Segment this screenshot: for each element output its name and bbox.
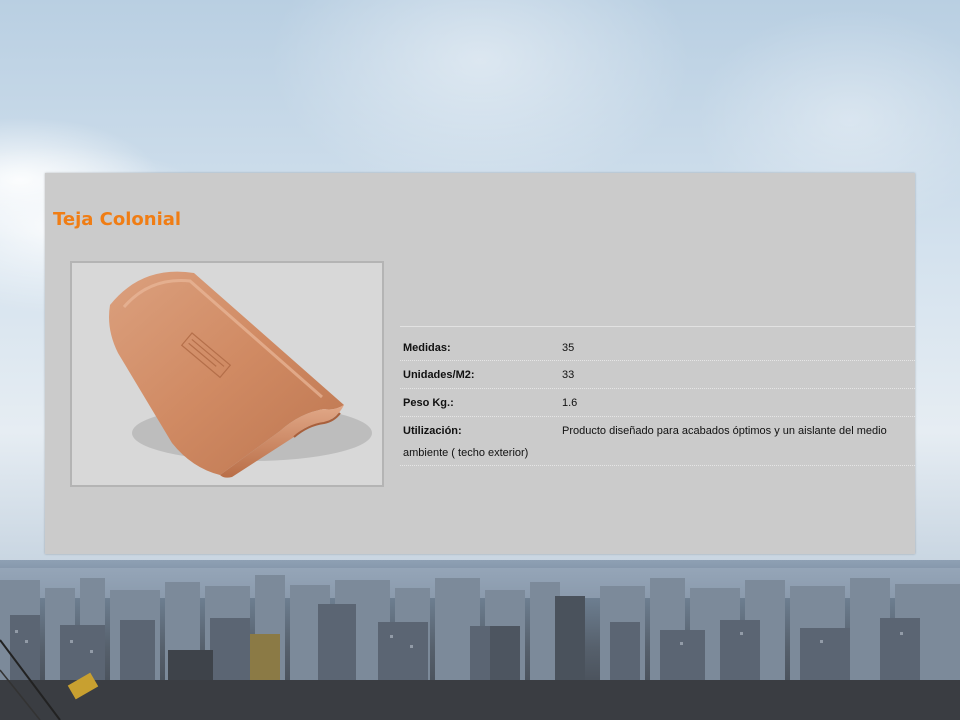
roof-tile-icon bbox=[109, 271, 372, 478]
spec-row-peso: Peso Kg.: 1.6 bbox=[400, 389, 915, 417]
spec-row-utilizacion: Utilización: Producto diseñado para acab… bbox=[400, 417, 915, 466]
spec-value: 35 bbox=[562, 342, 575, 354]
product-image bbox=[70, 261, 384, 487]
product-title: Teja Colonial bbox=[53, 209, 182, 230]
spec-label: Peso Kg.: bbox=[403, 397, 454, 409]
city-skyline-background bbox=[0, 560, 960, 720]
spec-row-unidades: Unidades/M2: 33 bbox=[400, 361, 915, 389]
spec-label: Unidades/M2: bbox=[403, 369, 475, 381]
product-panel: Teja Colonial Medidas: 35 Unidades/M2: 3… bbox=[45, 173, 915, 554]
spec-label: Medidas: bbox=[403, 342, 451, 354]
spec-row-medidas: Medidas: 35 bbox=[400, 327, 915, 361]
spec-label: Utilización: bbox=[403, 425, 462, 437]
specs-table: Medidas: 35 Unidades/M2: 33 Peso Kg.: 1.… bbox=[400, 326, 915, 466]
spec-value: Producto diseñado para acabados óptimos … bbox=[562, 425, 887, 437]
spec-value-continuation: ambiente ( techo exterior) bbox=[403, 447, 529, 459]
spec-value: 1.6 bbox=[562, 397, 578, 409]
spec-value: 33 bbox=[562, 369, 575, 381]
skyline-illustration bbox=[0, 568, 960, 720]
